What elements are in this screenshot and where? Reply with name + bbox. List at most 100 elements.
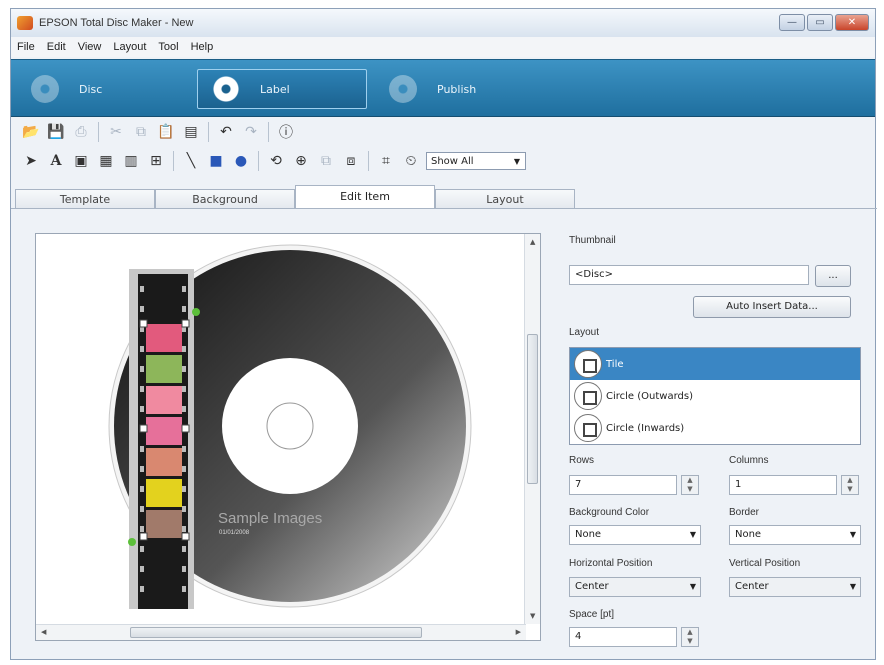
mode-bar: Disc Label Publish xyxy=(11,59,875,117)
mode-publish[interactable]: Publish xyxy=(389,69,476,109)
space-input[interactable]: 4 xyxy=(569,627,677,647)
chevron-down-icon: ▼ xyxy=(513,156,521,166)
help-icon[interactable]: ⓘ xyxy=(276,122,296,142)
layout-label: Layout xyxy=(569,327,600,338)
window-controls: — ▭ ✕ xyxy=(779,14,869,31)
menu-file[interactable]: File xyxy=(17,41,35,53)
toolbar-separator xyxy=(368,151,369,171)
rows-stepper[interactable]: ▲ ▼ xyxy=(681,475,699,495)
line-tool-icon[interactable]: ╲ xyxy=(181,151,201,171)
menu-edit[interactable]: Edit xyxy=(47,41,66,53)
rows-label: Rows xyxy=(569,455,595,466)
tab-divider xyxy=(11,208,877,209)
border-label: Border xyxy=(729,507,760,518)
text-tool-icon[interactable]: A xyxy=(46,151,66,171)
tab-layout[interactable]: Layout xyxy=(435,189,575,209)
print-icon[interactable]: ⎙ xyxy=(71,122,91,142)
rows-input[interactable]: 7 xyxy=(569,475,677,495)
horizontal-position-select[interactable]: Center ▼ xyxy=(569,577,701,597)
barcode-tool-icon[interactable]: ▥ xyxy=(121,151,141,171)
horizontal-scrollbar[interactable]: ◀ ▶ xyxy=(36,624,526,640)
toolbar-separator xyxy=(258,151,259,171)
tab-template[interactable]: Template xyxy=(15,189,155,209)
mode-publish-label: Publish xyxy=(437,82,477,96)
columns-input[interactable]: 1 xyxy=(729,475,837,495)
tree-tool-icon[interactable]: ⊞ xyxy=(146,151,166,171)
save-icon[interactable]: 💾 xyxy=(46,122,66,142)
background-color-select[interactable]: None ▼ xyxy=(569,525,701,545)
sample-title-text[interactable]: Sample Images xyxy=(218,510,322,527)
disc-preview[interactable]: Sample Images 01/01/2008 xyxy=(36,234,526,624)
scroll-down-icon[interactable]: ▼ xyxy=(530,612,535,620)
vertical-scroll-thumb[interactable] xyxy=(527,334,538,484)
list-item[interactable]: Tile xyxy=(570,348,860,380)
tab-background[interactable]: Background xyxy=(155,189,295,209)
list-item[interactable]: Circle (Inwards) xyxy=(570,412,860,444)
tab-edit-item[interactable]: Edit Item xyxy=(295,185,435,209)
menu-view[interactable]: View xyxy=(78,41,102,53)
sample-date-text[interactable]: 01/01/2008 xyxy=(219,530,250,536)
layout-item-label: Circle (Inwards) xyxy=(606,422,685,434)
thumbnail-label: Thumbnail xyxy=(569,235,616,246)
copy-icon[interactable]: ⧉ xyxy=(131,122,151,142)
browse-button[interactable]: ... xyxy=(815,265,851,287)
menu-help[interactable]: Help xyxy=(191,41,214,53)
rotate-icon[interactable]: ⊕ xyxy=(291,151,311,171)
image-tool-icon[interactable]: ▣ xyxy=(71,151,91,171)
redo-icon[interactable]: ↷ xyxy=(241,122,261,142)
show-filter-select[interactable]: Show All ▼ xyxy=(426,152,526,170)
scroll-right-icon[interactable]: ▶ xyxy=(516,628,521,636)
undo-icon[interactable]: ↶ xyxy=(216,122,236,142)
bring-forward-icon[interactable]: ⧉ xyxy=(316,151,336,171)
chevron-down-icon: ▼ xyxy=(849,530,856,539)
background-color-label: Background Color xyxy=(569,507,650,518)
circle-outwards-icon xyxy=(574,382,602,410)
clipboard-icon[interactable]: ▤ xyxy=(181,122,201,142)
vertical-position-label: Vertical Position xyxy=(729,558,801,569)
space-stepper[interactable]: ▲ ▼ xyxy=(681,627,699,647)
clock-icon[interactable]: ⏲ xyxy=(401,151,421,171)
crop-icon[interactable]: ⌗ xyxy=(376,151,396,171)
menu-layout[interactable]: Layout xyxy=(113,41,146,53)
flip-icon[interactable]: ⟲ xyxy=(266,151,286,171)
thumbnail-field[interactable]: <Disc> xyxy=(569,265,809,285)
sample-photos xyxy=(146,324,182,538)
cut-icon[interactable]: ✂ xyxy=(106,122,126,142)
paste-icon[interactable]: 📋 xyxy=(156,122,176,142)
vertical-position-select[interactable]: Center ▼ xyxy=(729,577,861,597)
columns-stepper[interactable]: ▲ ▼ xyxy=(841,475,859,495)
horizontal-scroll-thumb[interactable] xyxy=(130,627,422,638)
grid-tool-icon[interactable]: ▦ xyxy=(96,151,116,171)
mode-disc[interactable]: Disc xyxy=(31,69,102,109)
auto-insert-data-button[interactable]: Auto Insert Data... xyxy=(693,296,851,318)
publish-mode-icon xyxy=(389,75,417,103)
label-mode-icon xyxy=(212,75,240,103)
rectangle-tool-icon[interactable]: ■ xyxy=(206,151,226,171)
select-arrow-icon[interactable]: ➤ xyxy=(21,151,41,171)
disc-hub xyxy=(222,358,358,494)
chevron-down-icon: ▼ xyxy=(849,582,856,591)
scroll-left-icon[interactable]: ◀ xyxy=(41,628,46,636)
border-value: None xyxy=(735,529,762,540)
ellipse-tool-icon[interactable]: ● xyxy=(231,151,251,171)
label-canvas[interactable]: Sample Images 01/01/2008 ▲ ▼ ◀ ▶ xyxy=(35,233,541,641)
columns-label: Columns xyxy=(729,455,769,466)
layout-list[interactable]: Tile Circle (Outwards) Circle (Inwards) xyxy=(569,347,861,445)
mode-label[interactable]: Label xyxy=(197,69,367,109)
toolbar-separator xyxy=(208,122,209,142)
maximize-icon[interactable]: ▭ xyxy=(807,14,833,31)
horizontal-position-value: Center xyxy=(575,581,609,592)
send-back-icon[interactable]: ⧈ xyxy=(341,151,361,171)
mode-label-label: Label xyxy=(260,82,290,96)
minimize-icon[interactable]: — xyxy=(779,14,805,31)
border-select[interactable]: None ▼ xyxy=(729,525,861,545)
open-icon[interactable]: 📂 xyxy=(21,122,41,142)
scroll-up-icon[interactable]: ▲ xyxy=(530,238,535,246)
menu-tool[interactable]: Tool xyxy=(158,41,178,53)
mode-disc-label: Disc xyxy=(79,82,103,96)
list-item[interactable]: Circle (Outwards) xyxy=(570,380,860,412)
horizontal-position-label: Horizontal Position xyxy=(569,558,653,569)
close-icon[interactable]: ✕ xyxy=(835,14,869,31)
drawing-toolbar: ➤ A ▣ ▦ ▥ ⊞ ╲ ■ ● ⟲ ⊕ ⧉ ⧈ ⌗ ⏲ Show All ▼ xyxy=(11,148,875,174)
vertical-scrollbar[interactable]: ▲ ▼ xyxy=(524,234,540,624)
